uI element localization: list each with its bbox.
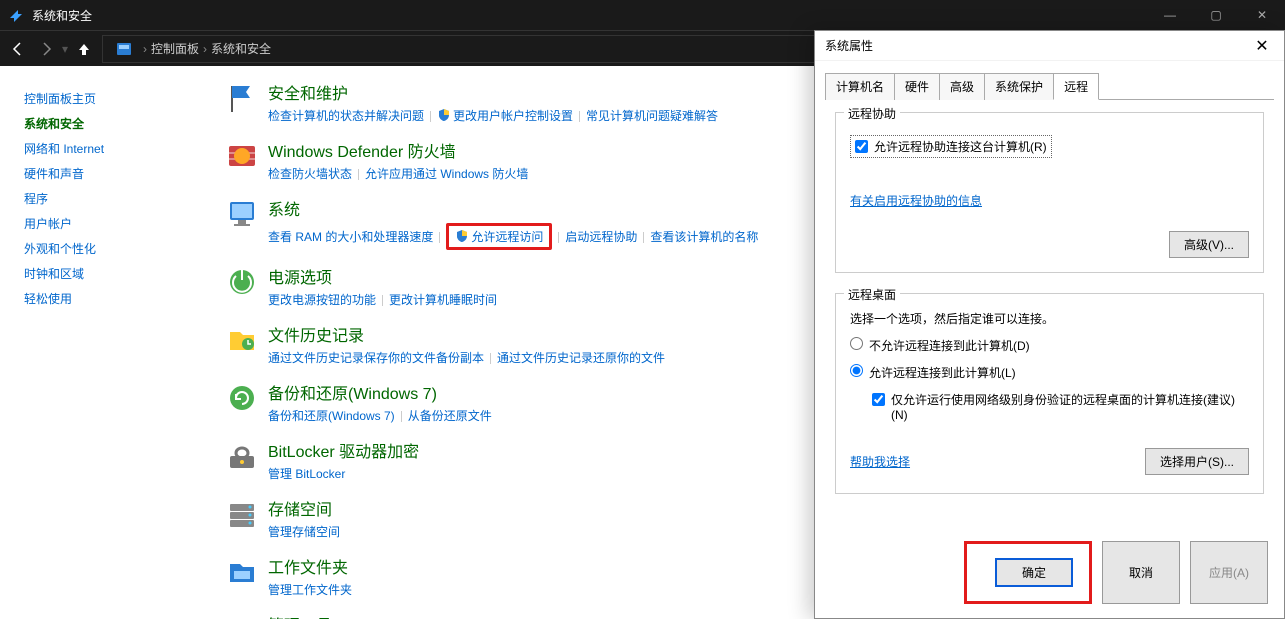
- category-link[interactable]: 检查防火墙状态: [268, 167, 352, 181]
- category-link[interactable]: 更改电源按钮的功能: [268, 293, 376, 307]
- ok-button-highlight: 确定: [964, 541, 1092, 604]
- dialog-titlebar: 系统属性 ✕: [815, 31, 1284, 61]
- dialog-tabs: 计算机名硬件高级系统保护远程: [825, 73, 1274, 100]
- dialog-tab-3[interactable]: 系统保护: [984, 73, 1054, 100]
- dialog-tab-0[interactable]: 计算机名: [825, 73, 895, 100]
- dialog-tab-1[interactable]: 硬件: [894, 73, 940, 100]
- ok-button[interactable]: 确定: [995, 558, 1073, 587]
- category-link[interactable]: 备份和还原(Windows 7): [268, 409, 395, 423]
- category-link[interactable]: 查看该计算机的名称: [650, 230, 758, 244]
- dialog-title-text: 系统属性: [825, 37, 873, 54]
- category-link[interactable]: 允许远程访问: [471, 230, 543, 244]
- system-icon: [224, 196, 260, 232]
- allow-remote-assist-checkbox[interactable]: 允许远程协助连接这台计算机(R): [850, 135, 1052, 158]
- shield-icon: [437, 108, 451, 122]
- dialog-close-button[interactable]: ✕: [1250, 34, 1274, 58]
- apply-button[interactable]: 应用(A): [1190, 541, 1268, 604]
- dialog-tab-2[interactable]: 高级: [939, 73, 985, 100]
- category-link[interactable]: 通过文件历史记录保存你的文件备份副本: [268, 351, 484, 365]
- workfolders-icon: [224, 554, 260, 590]
- category-link[interactable]: 管理存储空间: [268, 525, 340, 539]
- sidebar-item-5[interactable]: 用户帐户: [24, 211, 190, 236]
- storage-icon: [224, 496, 260, 532]
- crumb-current[interactable]: 系统和安全: [211, 40, 271, 57]
- category-title[interactable]: 系统: [268, 196, 758, 220]
- nla-checkbox-input[interactable]: [872, 393, 885, 406]
- help-choose-link[interactable]: 帮助我选择: [850, 453, 910, 470]
- power-icon: [224, 264, 260, 300]
- category-title[interactable]: 存储空间: [268, 496, 340, 520]
- backup-icon: [224, 380, 260, 416]
- radio-deny-input[interactable]: [850, 337, 863, 350]
- remote-assist-advanced-button[interactable]: 高级(V)...: [1169, 231, 1249, 258]
- allow-remote-assist-checkbox-input[interactable]: [855, 140, 868, 153]
- window-titlebar: 系统和安全 — ▢ ✕: [0, 0, 1285, 30]
- category-link[interactable]: 从备份还原文件: [408, 409, 492, 423]
- remote-desktop-legend: 远程桌面: [844, 286, 900, 303]
- remote-assist-info-link[interactable]: 有关启用远程协助的信息: [850, 192, 982, 209]
- remote-assist-group: 远程协助 允许远程协助连接这台计算机(R) 有关启用远程协助的信息 高级(V).…: [835, 112, 1264, 273]
- nla-checkbox[interactable]: 仅允许运行使用网络级别身份验证的远程桌面的计算机连接(建议)(N): [872, 391, 1249, 422]
- radio-allow-input[interactable]: [850, 364, 863, 377]
- sidebar-item-0[interactable]: 控制面板主页: [24, 86, 190, 111]
- close-button[interactable]: ✕: [1239, 0, 1285, 30]
- bitlocker-icon: [224, 438, 260, 474]
- remote-desktop-group: 远程桌面 选择一个选项，然后指定谁可以连接。 不允许远程连接到此计算机(D) 允…: [835, 293, 1264, 494]
- category-link[interactable]: 管理工作文件夹: [268, 583, 352, 597]
- filehistory-icon: [224, 322, 260, 358]
- remote-desktop-prompt: 选择一个选项，然后指定谁可以连接。: [850, 310, 1249, 327]
- nav-back-button[interactable]: [4, 35, 32, 63]
- sidebar-item-8[interactable]: 轻松使用: [24, 286, 190, 311]
- category-title[interactable]: BitLocker 驱动器加密: [268, 438, 419, 462]
- app-icon: [8, 7, 24, 23]
- category-title[interactable]: 备份和还原(Windows 7): [268, 380, 492, 404]
- dialog-footer: 确定 取消 应用(A): [815, 527, 1284, 618]
- sidebar-item-1[interactable]: 系统和安全: [24, 111, 190, 136]
- sidebar-item-2[interactable]: 网络和 Internet: [24, 136, 190, 161]
- sidebar-item-6[interactable]: 外观和个性化: [24, 236, 190, 261]
- sidebar-item-7[interactable]: 时钟和区域: [24, 261, 190, 286]
- category-link[interactable]: 允许应用通过 Windows 防火墙: [365, 167, 528, 181]
- radio-deny-remote[interactable]: 不允许远程连接到此计算机(D): [850, 337, 1249, 354]
- sidebar-item-4[interactable]: 程序: [24, 186, 190, 211]
- category-title[interactable]: 工作文件夹: [268, 554, 352, 578]
- category-link[interactable]: 常见计算机问题疑难解答: [586, 109, 718, 123]
- flag-icon: [224, 80, 260, 116]
- category-link[interactable]: 管理 BitLocker: [268, 467, 345, 481]
- remote-assist-legend: 远程协助: [844, 105, 900, 122]
- category-title[interactable]: 管理工具: [268, 612, 860, 619]
- category-title[interactable]: Windows Defender 防火墙: [268, 138, 528, 162]
- crumb-root[interactable]: 控制面板: [151, 40, 199, 57]
- system-properties-dialog: 系统属性 ✕ 计算机名硬件高级系统保护远程 远程协助 允许远程协助连接这台计算机…: [814, 30, 1285, 619]
- category-link[interactable]: 启动远程协助: [565, 230, 637, 244]
- control-panel-icon: [115, 40, 133, 58]
- category-link[interactable]: 查看 RAM 的大小和处理器速度: [268, 230, 433, 244]
- window-title: 系统和安全: [32, 7, 1147, 24]
- admintools-icon: [224, 612, 260, 619]
- maximize-button[interactable]: ▢: [1193, 0, 1239, 30]
- firewall-icon: [224, 138, 260, 174]
- sidebar: 控制面板主页系统和安全网络和 Internet硬件和声音程序用户帐户外观和个性化…: [0, 66, 200, 619]
- category-title[interactable]: 安全和维护: [268, 80, 718, 104]
- sidebar-item-3[interactable]: 硬件和声音: [24, 161, 190, 186]
- category-link[interactable]: 通过文件历史记录还原你的文件: [497, 351, 665, 365]
- minimize-button[interactable]: —: [1147, 0, 1193, 30]
- category-link[interactable]: 更改用户帐户控制设置: [453, 109, 573, 123]
- category-link[interactable]: 更改计算机睡眠时间: [389, 293, 497, 307]
- category-title[interactable]: 电源选项: [268, 264, 497, 288]
- category-link[interactable]: 检查计算机的状态并解决问题: [268, 109, 424, 123]
- highlighted-link-box: 允许远程访问: [446, 223, 552, 250]
- nav-forward-button[interactable]: [32, 35, 60, 63]
- radio-allow-remote[interactable]: 允许远程连接到此计算机(L): [850, 364, 1249, 381]
- select-users-button[interactable]: 选择用户(S)...: [1145, 448, 1249, 475]
- nav-up-button[interactable]: [70, 35, 98, 63]
- dialog-tab-4[interactable]: 远程: [1053, 73, 1099, 100]
- category-title[interactable]: 文件历史记录: [268, 322, 665, 346]
- cancel-button[interactable]: 取消: [1102, 541, 1180, 604]
- shield-icon: [455, 229, 469, 243]
